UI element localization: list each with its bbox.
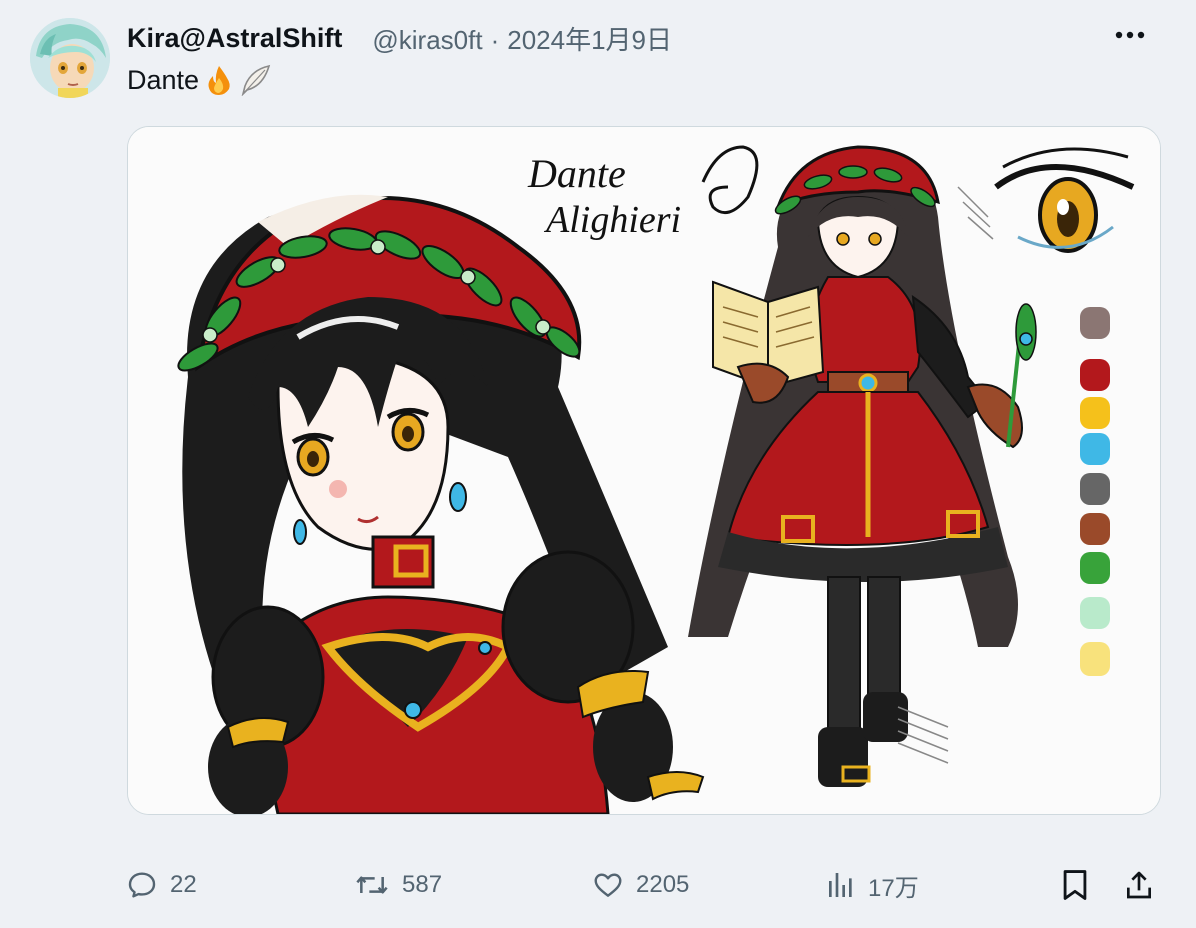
handwritten-title-line2: Alighieri <box>543 199 681 241</box>
tweet: Kira@AstralShift @kiras0ft · 2024年1月9日 Dan… <box>0 0 1196 928</box>
like-count: 2205 <box>636 871 690 898</box>
analytics-icon <box>829 873 852 897</box>
tweet-text-content: Dante <box>127 64 200 95</box>
reply-count: 22 <box>170 871 197 898</box>
tweet-header: Kira@AstralShift @kiras0ft · 2024年1月9日 <box>127 20 672 56</box>
views-count: 17万 <box>868 874 919 902</box>
palette-swatch <box>1080 513 1110 545</box>
more-options-button[interactable] <box>1104 20 1156 50</box>
handle-and-date: @kiras0ft · 2024年1月9日 <box>372 20 672 57</box>
avatar[interactable] <box>30 18 110 98</box>
bookmark-icon <box>1063 870 1087 900</box>
handwritten-title-line1: Dante <box>527 151 626 196</box>
repost-icon <box>356 876 388 894</box>
separator-dot: · <box>490 24 500 55</box>
palette-swatch <box>1080 597 1110 629</box>
display-name[interactable]: Kira@AstralShift <box>127 23 342 54</box>
palette-swatch <box>1080 359 1110 391</box>
character-artwork: Dante Alighieri <box>128 127 1160 814</box>
like-button[interactable]: 2205 <box>592 855 689 915</box>
post-date[interactable]: 2024年1月9日 <box>507 25 672 55</box>
repost-count: 587 <box>402 871 443 898</box>
share-icon <box>1127 871 1151 899</box>
bookmark-button[interactable] <box>1060 855 1090 915</box>
views-button[interactable]: 17万 <box>826 855 919 915</box>
handle[interactable]: @kiras0ft <box>372 25 482 55</box>
repost-button[interactable]: 587 <box>354 855 442 915</box>
palette-swatch <box>1080 473 1110 505</box>
reply-button[interactable]: 22 <box>126 855 197 915</box>
share-button[interactable] <box>1124 855 1154 915</box>
action-bar: 22 587 2205 17万 <box>0 855 1196 915</box>
palette-swatch <box>1080 552 1110 584</box>
palette-swatch <box>1080 433 1110 465</box>
tweet-text: Dante <box>127 64 273 96</box>
color-palette <box>1080 307 1110 676</box>
palette-swatch <box>1080 397 1110 429</box>
fire-emoji-icon <box>208 66 230 95</box>
reply-icon <box>128 872 156 898</box>
avatar-illustration <box>30 18 110 98</box>
heart-icon <box>594 873 622 897</box>
palette-swatch <box>1080 642 1110 676</box>
more-dots-icon <box>1115 31 1145 39</box>
feather-emoji-icon <box>241 64 271 96</box>
palette-swatch <box>1080 307 1110 339</box>
media-image[interactable]: Dante Alighieri <box>127 126 1161 815</box>
